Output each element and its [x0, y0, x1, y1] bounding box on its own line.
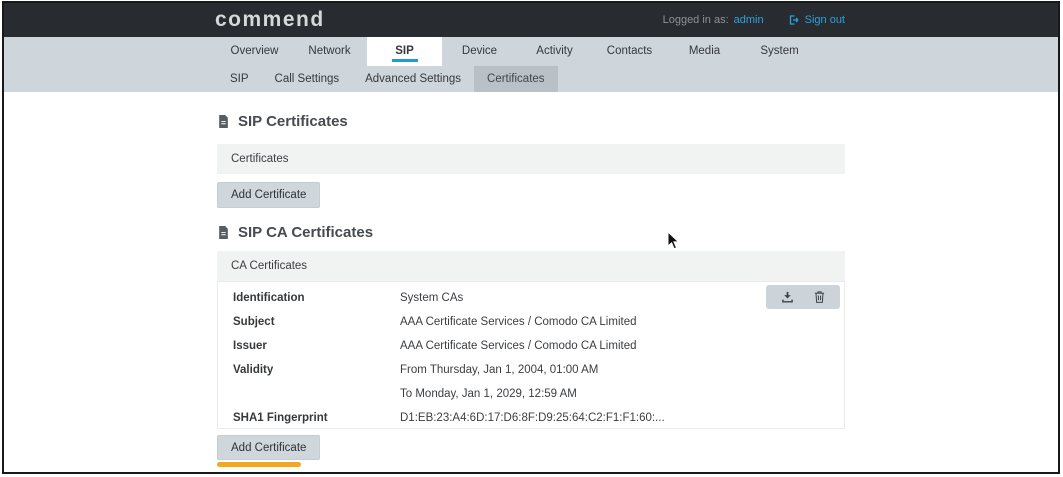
add-ca-certificate-button[interactable]: Add Certificate	[217, 435, 321, 460]
cert-field-label: Validity	[233, 364, 274, 376]
commend-logo: commend	[215, 8, 325, 31]
login-info: Logged in as: admin Sign out	[663, 14, 845, 26]
download-certificate-button[interactable]	[776, 286, 798, 308]
tab-device[interactable]: Device	[442, 37, 517, 66]
tab-label: Media	[688, 45, 721, 57]
tabs-row: Overview Network SIP Device Activity Con…	[217, 37, 845, 66]
certificate-actions	[766, 285, 840, 309]
cert-field-value: AAA Certificate Services / Comodo CA Lim…	[400, 340, 637, 352]
subtab-sip[interactable]: SIP	[217, 66, 262, 92]
tab-label: Device	[461, 45, 498, 57]
cert-row-sha1: SHA1 Fingerprint D1:EB:23:A4:6D:17:D6:8F…	[218, 406, 844, 430]
sip-ca-certificates-title: SIP CA Certificates	[217, 224, 845, 241]
download-icon	[781, 291, 793, 302]
tab-overview[interactable]: Overview	[217, 37, 292, 66]
tab-label: System	[760, 45, 799, 57]
logged-in-label: Logged in as:	[662, 14, 729, 26]
document-icon	[219, 115, 228, 128]
browser-viewport: commend Logged in as: admin Sign out Ove…	[2, 1, 1060, 474]
add-certificate-button[interactable]: Add Certificate	[217, 182, 321, 208]
subtab-certificates[interactable]: Certificates	[474, 66, 558, 92]
delete-certificate-button[interactable]	[808, 286, 830, 308]
section-title-text: SIP CA Certificates	[238, 224, 374, 241]
document-icon	[219, 226, 228, 239]
tab-contacts[interactable]: Contacts	[592, 37, 667, 66]
ca-certificates-list-header: CA Certificates	[217, 251, 845, 281]
cert-field-value: From Thursday, Jan 1, 2004, 01:00 AM	[400, 364, 599, 376]
tab-activity[interactable]: Activity	[517, 37, 592, 66]
tab-media[interactable]: Media	[667, 37, 742, 66]
sip-certificates-title: SIP Certificates	[217, 113, 845, 130]
cert-field-label: Subject	[233, 316, 275, 328]
tab-sip[interactable]: SIP	[367, 37, 442, 66]
tab-label: Activity	[536, 45, 573, 57]
subtab-call-settings[interactable]: Call Settings	[262, 66, 353, 92]
trash-icon	[814, 291, 824, 303]
tab-network[interactable]: Network	[292, 37, 367, 66]
sign-out-label: Sign out	[804, 14, 845, 26]
cert-field-label: Identification	[233, 292, 305, 304]
tab-label: SIP	[395, 45, 414, 57]
certificates-list-header: Certificates	[217, 144, 845, 174]
section-title-text: SIP Certificates	[238, 113, 348, 130]
tab-label: Network	[308, 45, 351, 57]
tab-system[interactable]: System	[742, 37, 817, 66]
cert-field-label	[233, 382, 400, 406]
sign-out-button[interactable]: Sign out	[788, 14, 845, 26]
main-content: SIP Certificates Certificates Add Certif…	[4, 113, 1058, 467]
username-link[interactable]: admin	[734, 14, 764, 26]
cert-field-value: To Monday, Jan 1, 2029, 12:59 AM	[400, 388, 577, 400]
sign-out-icon	[789, 15, 799, 25]
tab-label: Overview	[230, 45, 279, 57]
cert-field-label: Issuer	[233, 340, 267, 352]
cert-field-value: D1:EB:23:A4:6D:17:D6:8F:D9:25:64:C2:F1:F…	[400, 412, 665, 424]
cert-field-value: AAA Certificate Services / Comodo CA Lim…	[400, 316, 637, 328]
subtab-advanced-settings[interactable]: Advanced Settings	[352, 66, 474, 92]
tab-label: Contacts	[606, 45, 653, 57]
cert-row-issuer: Issuer AAA Certificate Services / Comodo…	[218, 334, 844, 358]
ca-certificate-card: Identification System CAs Subject AAA Ce…	[217, 281, 845, 429]
main-navigation: Overview Network SIP Device Activity Con…	[4, 37, 1058, 92]
app-header: commend Logged in as: admin Sign out	[4, 3, 1058, 37]
cert-row-validity-from: Validity From Thursday, Jan 1, 2004, 01:…	[218, 358, 844, 382]
cert-row-identification: Identification System CAs	[218, 286, 844, 310]
highlight-underline	[217, 462, 301, 467]
cert-row-subject: Subject AAA Certificate Services / Comod…	[218, 310, 844, 334]
active-tab-underline	[391, 59, 418, 62]
cert-field-label: SHA1 Fingerprint	[233, 412, 328, 424]
cert-row-validity-to: To Monday, Jan 1, 2029, 12:59 AM	[218, 382, 844, 406]
subtabs-row: SIP Call Settings Advanced Settings Cert…	[217, 66, 845, 92]
